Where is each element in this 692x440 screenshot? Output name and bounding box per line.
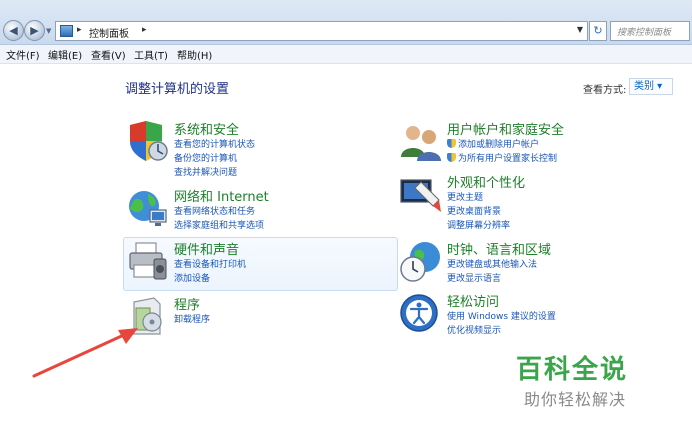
security-shield-icon	[130, 121, 168, 161]
link-backup-computer[interactable]: 备份您的计算机	[174, 151, 237, 164]
history-dropdown-icon[interactable]: ▼	[46, 27, 51, 35]
breadcrumb-control-panel[interactable]: 控制面板	[89, 25, 129, 40]
link-label[interactable]: 为所有用户设置家长控制	[458, 154, 557, 164]
clock-globe-icon	[400, 242, 440, 282]
category-title[interactable]: 程序	[174, 294, 200, 313]
category-title[interactable]: 时钟、语言和区域	[447, 239, 551, 258]
link-change-keyboard-input[interactable]: 更改键盘或其他输入法	[447, 257, 537, 270]
breadcrumb-separator-icon[interactable]: ▸	[142, 25, 147, 35]
link-devices-printers[interactable]: 查看设备和打印机	[174, 257, 246, 270]
category-programs[interactable]: 程序 卸载程序	[126, 294, 386, 335]
link-homegroup-sharing[interactable]: 选择家庭组和共享选项	[174, 218, 264, 231]
red-arrow-annotation-icon	[32, 328, 138, 378]
watermark-subtitle: 助你轻松解决	[524, 390, 627, 409]
category-network-internet[interactable]: 网络和 Internet 查看网络状态和任务 选择家庭组和共享选项	[126, 186, 386, 234]
category-title[interactable]: 外观和个性化	[447, 172, 525, 191]
link-label[interactable]: 添加或删除用户帐户	[458, 140, 539, 150]
users-icon	[401, 126, 441, 161]
uac-shield-icon	[447, 139, 456, 148]
watermark-title: 百科全说	[516, 355, 629, 385]
menu-help[interactable]: 帮助(H)	[177, 47, 212, 62]
link-add-device[interactable]: 添加设备	[174, 271, 210, 284]
network-globe-icon	[129, 191, 167, 226]
address-bar[interactable]: ▸ 控制面板 ▸ ▼	[55, 21, 588, 41]
control-panel-icon	[60, 25, 73, 37]
menu-edit[interactable]: 编辑(E)	[48, 47, 82, 62]
address-toolbar: ◀ ▶ ▼ ▸ 控制面板 ▸ ▼ ↻ 搜索控制面板	[0, 0, 692, 45]
category-system-security[interactable]: 系统和安全 查看您的计算机状态 备份您的计算机 查找并解决问题	[126, 119, 386, 179]
refresh-button[interactable]: ↻	[589, 21, 607, 41]
menu-view[interactable]: 查看(V)	[91, 47, 126, 62]
link-change-theme[interactable]: 更改主题	[447, 190, 483, 203]
category-ease-of-access[interactable]: 轻松访问 使用 Windows 建议的设置 优化视频显示	[399, 291, 659, 336]
link-recommended-settings[interactable]: 使用 Windows 建议的设置	[447, 309, 556, 322]
menu-file[interactable]: 文件(F)	[6, 47, 40, 62]
category-user-accounts[interactable]: 用户帐户和家庭安全 添加或删除用户帐户 为所有用户设置家长控制	[399, 119, 659, 167]
link-parental-controls[interactable]: 为所有用户设置家长控制	[447, 151, 557, 164]
menu-bar: 文件(F) 编辑(E) 查看(V) 工具(T) 帮助(H)	[0, 45, 692, 64]
category-title[interactable]: 系统和安全	[174, 119, 239, 138]
printer-icon	[129, 242, 167, 280]
ease-of-access-icon	[400, 294, 438, 332]
link-change-desktop-background[interactable]: 更改桌面背景	[447, 204, 501, 217]
category-title[interactable]: 网络和 Internet	[174, 186, 269, 205]
appearance-icon	[400, 179, 441, 212]
link-uninstall-program[interactable]: 卸载程序	[174, 312, 210, 325]
view-by-dropdown[interactable]: 类别 ▾	[629, 78, 673, 95]
link-troubleshoot[interactable]: 查找并解决问题	[174, 165, 237, 178]
category-title[interactable]: 硬件和声音	[174, 239, 239, 258]
category-appearance[interactable]: 外观和个性化 更改主题 更改桌面背景 调整屏幕分辨率	[399, 172, 659, 232]
view-by-label: 查看方式:	[583, 85, 627, 96]
category-title[interactable]: 轻松访问	[447, 291, 499, 310]
breadcrumb-separator-icon[interactable]: ▸	[77, 25, 82, 35]
category-clock-language-region[interactable]: 时钟、语言和区域 更改键盘或其他输入法 更改显示语言	[399, 239, 659, 287]
search-input[interactable]: 搜索控制面板	[610, 21, 690, 41]
link-optimize-visual-display[interactable]: 优化视频显示	[447, 323, 501, 336]
back-button[interactable]: ◀	[3, 20, 24, 41]
link-change-display-language[interactable]: 更改显示语言	[447, 271, 501, 284]
menu-tools[interactable]: 工具(T)	[134, 47, 168, 62]
link-adjust-resolution[interactable]: 调整屏幕分辨率	[447, 218, 510, 231]
address-dropdown-icon[interactable]: ▼	[577, 25, 583, 34]
link-network-status[interactable]: 查看网络状态和任务	[174, 204, 255, 217]
forward-button[interactable]: ▶	[24, 20, 45, 41]
search-placeholder: 搜索控制面板	[617, 28, 672, 38]
link-view-computer-status[interactable]: 查看您的计算机状态	[174, 137, 255, 150]
category-title[interactable]: 用户帐户和家庭安全	[447, 119, 564, 138]
page-title: 调整计算机的设置	[125, 82, 230, 97]
link-add-remove-accounts[interactable]: 添加或删除用户帐户	[447, 137, 539, 150]
category-hardware-sound[interactable]: 硬件和声音 查看设备和打印机 添加设备	[126, 239, 386, 287]
uac-shield-icon	[447, 153, 456, 162]
